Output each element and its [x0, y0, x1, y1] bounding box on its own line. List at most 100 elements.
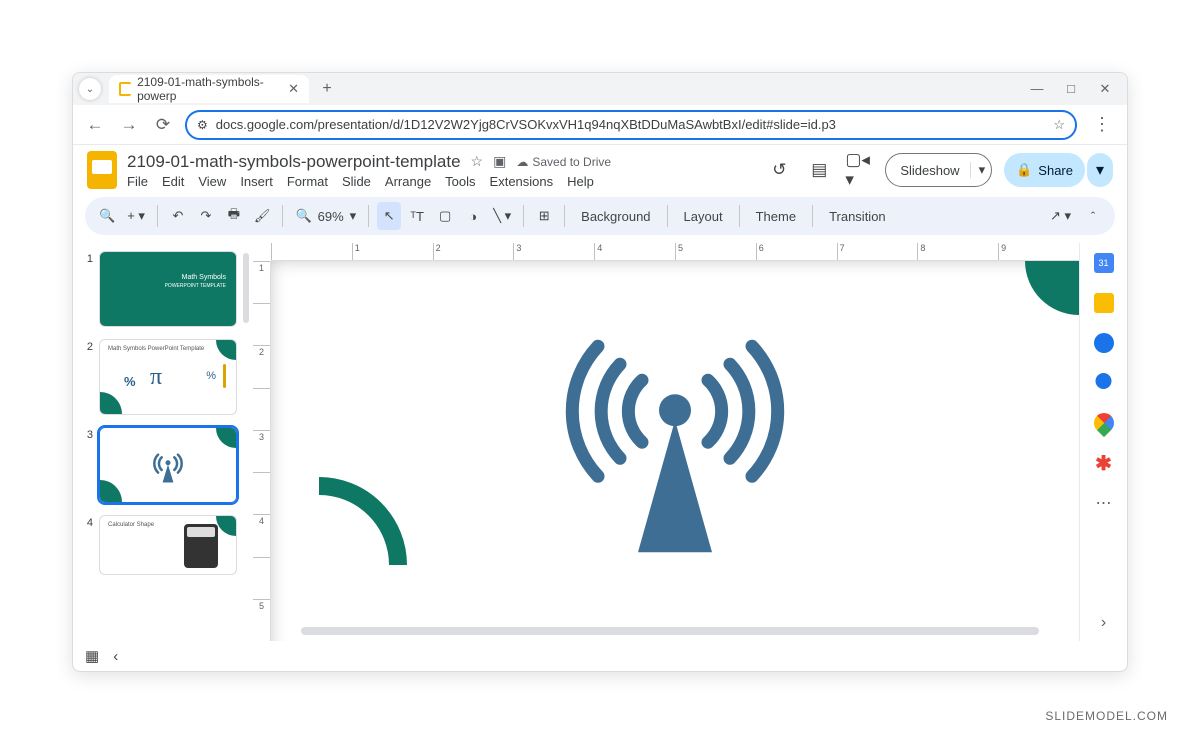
- comments-icon[interactable]: ▤: [805, 156, 833, 184]
- browser-tab[interactable]: 2109-01-math-symbols-powerp ✕: [109, 75, 309, 103]
- maps-icon[interactable]: [1089, 409, 1117, 437]
- side-panel-rail: 31 ✱ ⋯ ›: [1079, 243, 1127, 641]
- lock-icon: 🔒: [1016, 162, 1032, 178]
- browser-nav-row: ← → ⟳ ⚙ docs.google.com/presentation/d/1…: [73, 105, 1127, 145]
- filmstrip-scrollbar[interactable]: [243, 253, 249, 323]
- contacts-icon[interactable]: [1094, 373, 1114, 393]
- theme-button[interactable]: Theme: [748, 202, 804, 230]
- slide-thumbnail-3[interactable]: [99, 427, 237, 503]
- minimize-button[interactable]: —: [1029, 81, 1045, 97]
- select-tool[interactable]: ↖: [377, 202, 401, 230]
- comment-tool[interactable]: ⊞: [532, 202, 556, 230]
- more-addons-icon[interactable]: ⋯: [1094, 493, 1114, 513]
- slideshow-button[interactable]: Slideshow ▾: [885, 153, 992, 187]
- thumbnail-row[interactable]: 3: [83, 427, 251, 503]
- grid-view-icon[interactable]: ▦: [85, 647, 99, 665]
- history-icon[interactable]: ↺: [765, 156, 793, 184]
- menu-view[interactable]: View: [198, 174, 226, 189]
- transition-button[interactable]: Transition: [821, 202, 894, 230]
- slide-decor-bl: [271, 503, 391, 613]
- back-button[interactable]: ←: [83, 113, 107, 137]
- background-button[interactable]: Background: [573, 202, 658, 230]
- meet-camera-icon[interactable]: ▢◂ ▾: [845, 156, 873, 184]
- toolbar: 🔍 + ▾ ↶ ↷ 🖶 🖌 🔍 69% ▾ ↖ ᵀT ▢ ◑ ╲ ▾ ⊞ Bac…: [85, 197, 1115, 235]
- tab-title: 2109-01-math-symbols-powerp: [137, 75, 280, 103]
- wireless-antenna-icon[interactable]: [560, 316, 790, 561]
- canvas-area: 123456789 12345: [253, 243, 1079, 641]
- addon-icon[interactable]: ✱: [1094, 453, 1114, 473]
- close-tab-icon[interactable]: ✕: [288, 81, 299, 97]
- collapse-toolbar-icon[interactable]: ˆ: [1081, 202, 1105, 230]
- menu-insert[interactable]: Insert: [240, 174, 273, 189]
- tablist-dropdown[interactable]: ⌄: [79, 78, 101, 100]
- menu-extensions[interactable]: Extensions: [490, 174, 554, 189]
- new-slide-button[interactable]: + ▾: [123, 202, 149, 230]
- hide-sidepanel-icon[interactable]: ›: [1094, 613, 1114, 633]
- slide-thumbnail-1[interactable]: Math SymbolsPOWERPOINT TEMPLATE: [99, 251, 237, 327]
- slide-thumbnail-2[interactable]: Math Symbols PowerPoint Template %π %: [99, 339, 237, 415]
- pointer-mode-icon[interactable]: ↗ ▾: [1046, 202, 1075, 230]
- thumbnail-row[interactable]: 2 Math Symbols PowerPoint Template %π %: [83, 339, 251, 415]
- paint-format-button[interactable]: 🖌: [250, 202, 275, 230]
- menu-help[interactable]: Help: [567, 174, 594, 189]
- vertical-ruler: 12345: [253, 261, 271, 641]
- menu-arrange[interactable]: Arrange: [385, 174, 431, 189]
- menu-format[interactable]: Format: [287, 174, 328, 189]
- cloud-saved-status[interactable]: ☁ Saved to Drive: [516, 155, 611, 169]
- zoom-out-icon[interactable]: 🔍: [295, 208, 311, 224]
- chrome-menu-button[interactable]: ⋮: [1087, 114, 1117, 135]
- image-tool[interactable]: ▢: [433, 202, 457, 230]
- tasks-icon[interactable]: [1094, 333, 1114, 353]
- slideshow-caret-icon[interactable]: ▾: [970, 162, 986, 178]
- horizontal-ruler: 123456789: [271, 243, 1079, 261]
- share-button[interactable]: 🔒 Share: [1004, 153, 1085, 187]
- bookmark-star-icon[interactable]: ☆: [1053, 117, 1065, 133]
- new-tab-button[interactable]: +: [315, 77, 339, 101]
- layout-button[interactable]: Layout: [676, 202, 731, 230]
- reload-button[interactable]: ⟳: [151, 113, 175, 137]
- cloud-icon: ☁: [516, 155, 528, 169]
- zoom-caret-icon[interactable]: ▾: [350, 208, 357, 224]
- menu-edit[interactable]: Edit: [162, 174, 184, 189]
- redo-button[interactable]: ↷: [194, 202, 218, 230]
- menu-tools[interactable]: Tools: [445, 174, 475, 189]
- close-window-button[interactable]: ✕: [1097, 81, 1113, 97]
- prev-slide-icon[interactable]: ‹: [113, 648, 118, 665]
- site-info-icon[interactable]: ⚙: [197, 118, 208, 132]
- thumb-number: 3: [83, 427, 93, 503]
- thumb-number: 4: [83, 515, 93, 575]
- star-doc-icon[interactable]: ☆: [471, 153, 484, 170]
- thumbnail-row[interactable]: 1 Math SymbolsPOWERPOINT TEMPLATE: [83, 251, 251, 327]
- zoom-control[interactable]: 🔍 69% ▾: [291, 208, 360, 224]
- line-tool[interactable]: ╲ ▾: [489, 202, 515, 230]
- slide-canvas[interactable]: [271, 261, 1079, 641]
- url-text: docs.google.com/presentation/d/1D12V2W2Y…: [216, 117, 836, 132]
- document-title[interactable]: 2109-01-math-symbols-powerpoint-template: [127, 152, 461, 172]
- forward-button[interactable]: →: [117, 113, 141, 137]
- print-button[interactable]: 🖶: [222, 202, 246, 230]
- window-tab-strip: ⌄ 2109-01-math-symbols-powerp ✕ + — □ ✕: [73, 73, 1127, 105]
- undo-button[interactable]: ↶: [166, 202, 190, 230]
- thumb-number: 2: [83, 339, 93, 415]
- canvas-horizontal-scrollbar[interactable]: [301, 627, 1039, 635]
- maximize-button[interactable]: □: [1063, 81, 1079, 97]
- filmstrip-panel[interactable]: 1 Math SymbolsPOWERPOINT TEMPLATE 2 Math…: [73, 243, 253, 641]
- thumb-number: 1: [83, 251, 93, 327]
- thumbnail-row[interactable]: 4 Calculator Shape: [83, 515, 251, 575]
- shape-tool[interactable]: ◑: [461, 202, 485, 230]
- search-menu-icon[interactable]: 🔍: [95, 202, 119, 230]
- address-bar[interactable]: ⚙ docs.google.com/presentation/d/1D12V2W…: [185, 110, 1077, 140]
- zoom-value: 69%: [318, 209, 344, 224]
- menu-slide[interactable]: Slide: [342, 174, 371, 189]
- google-slides-logo-icon[interactable]: [87, 151, 117, 189]
- slides-favicon-icon: [119, 82, 131, 96]
- menu-file[interactable]: File: [127, 174, 148, 189]
- calendar-icon[interactable]: 31: [1094, 253, 1114, 273]
- watermark-text: SLIDEMODEL.COM: [1045, 709, 1168, 723]
- textbox-tool[interactable]: ᵀT: [405, 202, 429, 230]
- share-caret-button[interactable]: ▾: [1087, 153, 1113, 187]
- bottom-bar: ▦ ‹: [73, 641, 1127, 671]
- slide-thumbnail-4[interactable]: Calculator Shape: [99, 515, 237, 575]
- move-doc-icon[interactable]: ▣: [493, 153, 506, 170]
- keep-icon[interactable]: [1094, 293, 1114, 313]
